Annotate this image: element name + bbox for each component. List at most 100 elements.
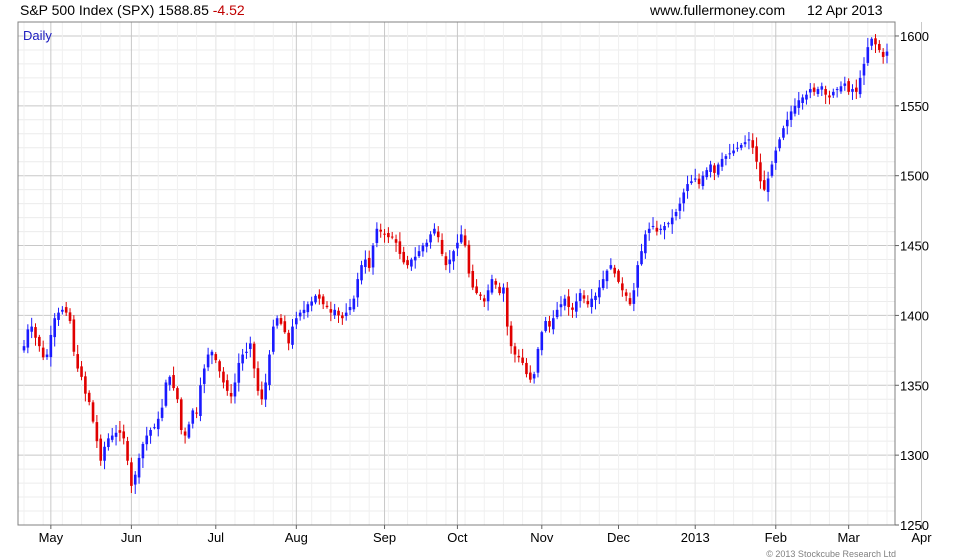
candle-up-body	[268, 354, 271, 385]
candle-up-body	[601, 279, 605, 289]
candle-down-body	[387, 233, 390, 238]
x-tick-label: Mar	[837, 530, 860, 545]
candle-up-body	[563, 298, 567, 306]
candle-down-body	[222, 371, 225, 383]
candle-down-body	[621, 283, 624, 291]
candle-up-body	[552, 318, 555, 330]
candles-layer	[22, 34, 889, 494]
candle-up-body	[782, 128, 785, 138]
candle-up-body	[793, 105, 797, 114]
candle-down-body	[329, 309, 333, 313]
candle-down-body	[828, 95, 831, 98]
candle-up-body	[425, 242, 429, 247]
candle-up-body	[578, 293, 582, 301]
candle-up-body	[375, 228, 379, 243]
candle-up-body	[605, 270, 609, 282]
candle-up-body	[835, 89, 839, 91]
candle-up-body	[103, 446, 106, 461]
candle-up-body	[486, 290, 490, 302]
y-tick-label: 1350	[900, 378, 929, 393]
candle-up-body	[145, 435, 149, 445]
y-tick-label: 1400	[900, 308, 929, 323]
candle-up-body	[264, 382, 267, 400]
candle-down-body	[494, 281, 498, 285]
candle-up-body	[801, 97, 804, 104]
x-tick-label: Dec	[607, 530, 631, 545]
candle-up-body	[187, 424, 191, 438]
candle-up-body	[421, 245, 425, 252]
candle-up-body	[429, 234, 432, 243]
candle-up-body	[690, 181, 693, 184]
candle-down-body	[218, 361, 221, 372]
candle-up-body	[820, 86, 824, 90]
candle-up-body	[22, 346, 26, 351]
candle-up-body	[348, 307, 352, 311]
candle-up-body	[590, 298, 593, 308]
candle-down-body	[855, 87, 858, 92]
candle-up-body	[716, 164, 720, 175]
candle-down-body	[394, 239, 398, 243]
candle-down-body	[122, 431, 126, 439]
candle-down-body	[398, 241, 402, 254]
candle-down-body	[436, 231, 440, 238]
x-tick-label: May	[39, 530, 64, 545]
candle-up-body	[360, 265, 363, 281]
candle-up-body	[356, 279, 359, 298]
candle-down-body	[517, 355, 521, 358]
candle-down-body	[440, 239, 444, 254]
candle-down-body	[195, 412, 198, 414]
candle-down-body	[176, 388, 179, 400]
candle-down-body	[847, 81, 850, 92]
candle-down-body	[881, 51, 885, 57]
candle-up-body	[843, 83, 847, 86]
candle-down-body	[379, 229, 383, 232]
candle-down-body	[475, 286, 478, 294]
candle-up-body	[659, 228, 663, 230]
candle-down-body	[528, 372, 532, 380]
candle-up-body	[364, 259, 367, 268]
candle-up-body	[647, 228, 651, 233]
x-tick-label: Aug	[285, 530, 308, 545]
candle-down-body	[617, 270, 620, 282]
candle-up-body	[410, 259, 413, 267]
candle-down-body	[762, 180, 766, 190]
candle-up-body	[413, 256, 417, 261]
candle-up-body	[540, 332, 544, 351]
candle-up-body	[149, 429, 152, 436]
candle-down-body	[252, 343, 256, 369]
candle-down-body	[318, 294, 321, 299]
x-tick-label: 2013	[681, 530, 710, 545]
candle-up-body	[866, 47, 870, 63]
candle-up-body	[640, 251, 643, 265]
candle-down-body	[751, 140, 755, 148]
candle-up-body	[61, 309, 64, 312]
candle-up-body	[248, 343, 252, 350]
candle-down-body	[390, 236, 394, 238]
y-tick-label: 1300	[900, 448, 929, 463]
candle-up-body	[291, 326, 294, 345]
candle-down-body	[179, 399, 183, 430]
candle-up-body	[168, 376, 172, 385]
candle-up-body	[724, 156, 728, 159]
candle-up-body	[137, 457, 141, 478]
x-tick-label: Nov	[530, 530, 554, 545]
candle-up-body	[490, 279, 494, 293]
candle-up-body	[885, 51, 889, 56]
candle-down-body	[463, 235, 467, 246]
candle-up-body	[275, 318, 279, 326]
x-tick-label: Sep	[373, 530, 396, 545]
candle-down-body	[613, 267, 616, 274]
candle-up-body	[502, 287, 505, 294]
candle-up-body	[295, 318, 298, 325]
candle-up-body	[559, 304, 563, 308]
candle-up-body	[555, 309, 559, 318]
candle-down-body	[80, 366, 83, 377]
candle-up-body	[352, 298, 356, 310]
candle-up-body	[575, 301, 578, 312]
candle-up-body	[536, 348, 540, 373]
candle-up-body	[245, 351, 248, 353]
y-tick-label: 1550	[900, 99, 929, 114]
candle-down-body	[567, 296, 570, 308]
candle-down-body	[287, 332, 290, 344]
candle-down-body	[225, 380, 229, 391]
